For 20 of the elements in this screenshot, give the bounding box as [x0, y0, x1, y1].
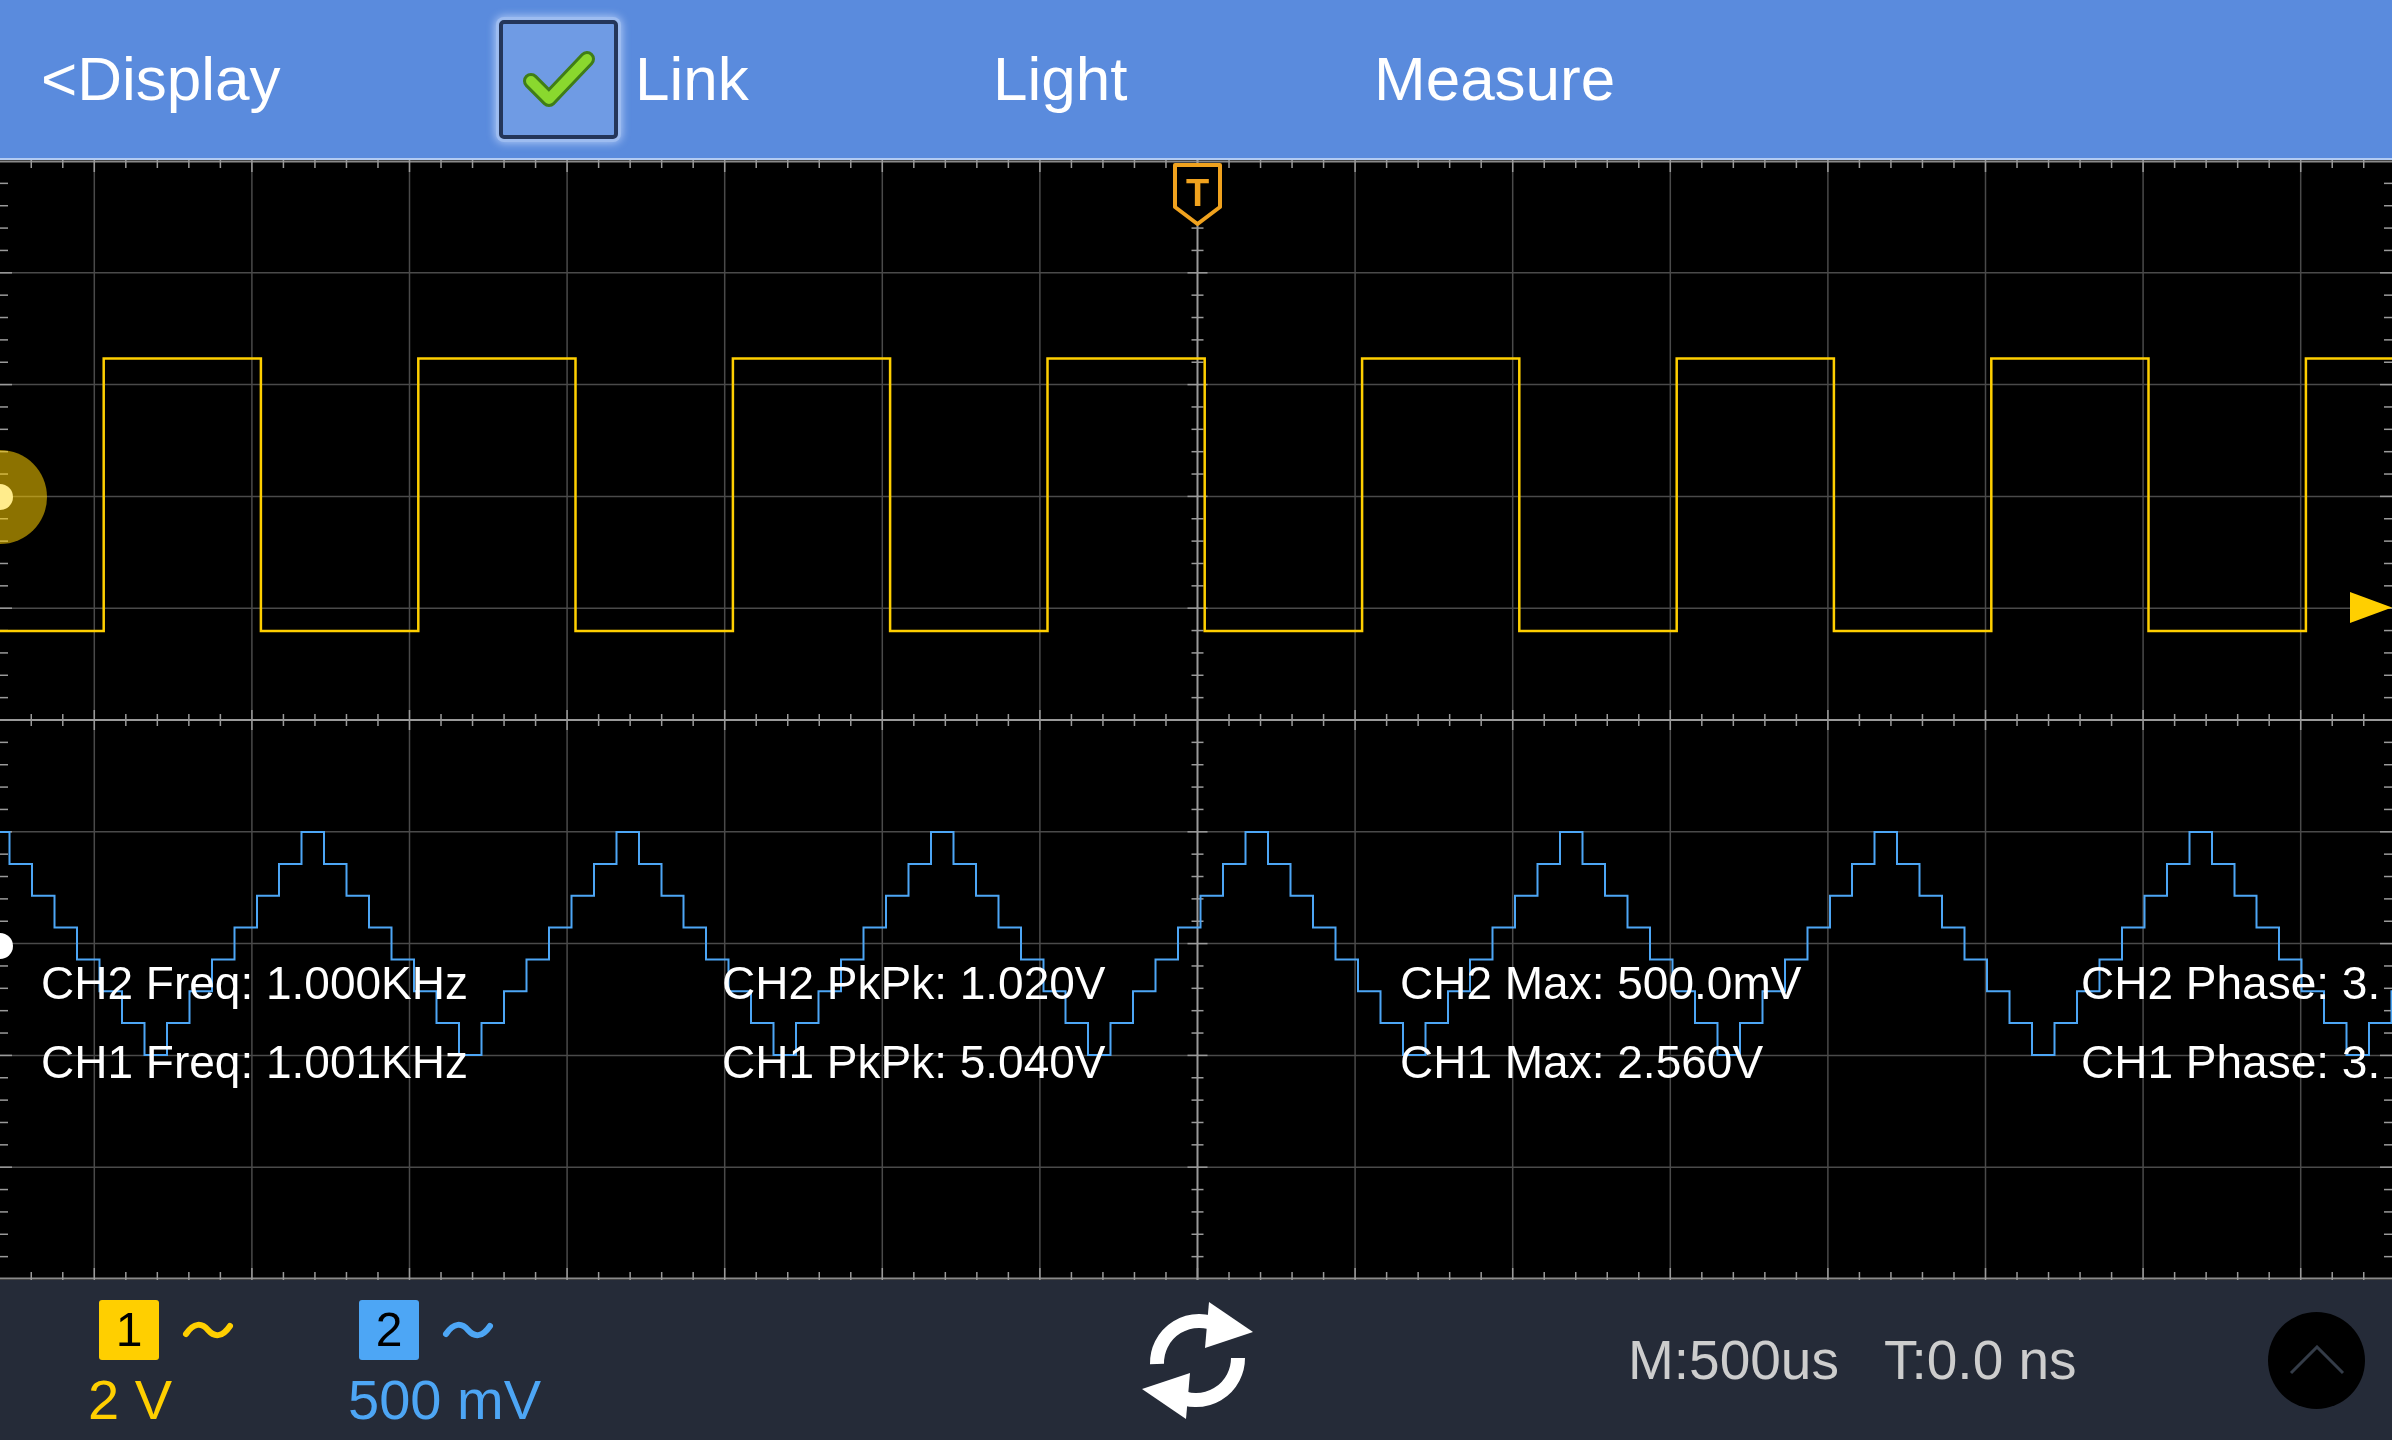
link-checkbox[interactable] [499, 19, 618, 139]
link-label[interactable]: Link [635, 43, 749, 115]
measurement-text: CH1 Freq: 1.001KHz [41, 1035, 468, 1090]
wave-icon [182, 1319, 234, 1341]
offset-handle-icon[interactable] [0, 450, 47, 544]
chevron-up-icon [2288, 1345, 2345, 1375]
channel-badge[interactable]: 1 [99, 1300, 159, 1360]
menu-button[interactable]: Light [993, 43, 1128, 115]
channel-badge[interactable]: 2 [359, 1300, 419, 1360]
scale-label: 500 mV [348, 1371, 541, 1429]
trigger-marker[interactable]: T [1173, 163, 1222, 226]
timebase-label: M:500us [1628, 1328, 1839, 1392]
scale-label: 2 V [88, 1371, 173, 1429]
back-button[interactable]: <Display [41, 43, 281, 115]
trigger-time-label: T:0.0 ns [1884, 1328, 2077, 1392]
triangle-marker-icon[interactable] [2350, 592, 2392, 623]
menu-button[interactable]: Measure [1374, 43, 1616, 115]
measurement-text: CH1 Max: 2.560V [1400, 1035, 1764, 1090]
wave-icon [442, 1319, 494, 1341]
measurement-text: CH1 PkPk: 5.040V [722, 1035, 1106, 1090]
